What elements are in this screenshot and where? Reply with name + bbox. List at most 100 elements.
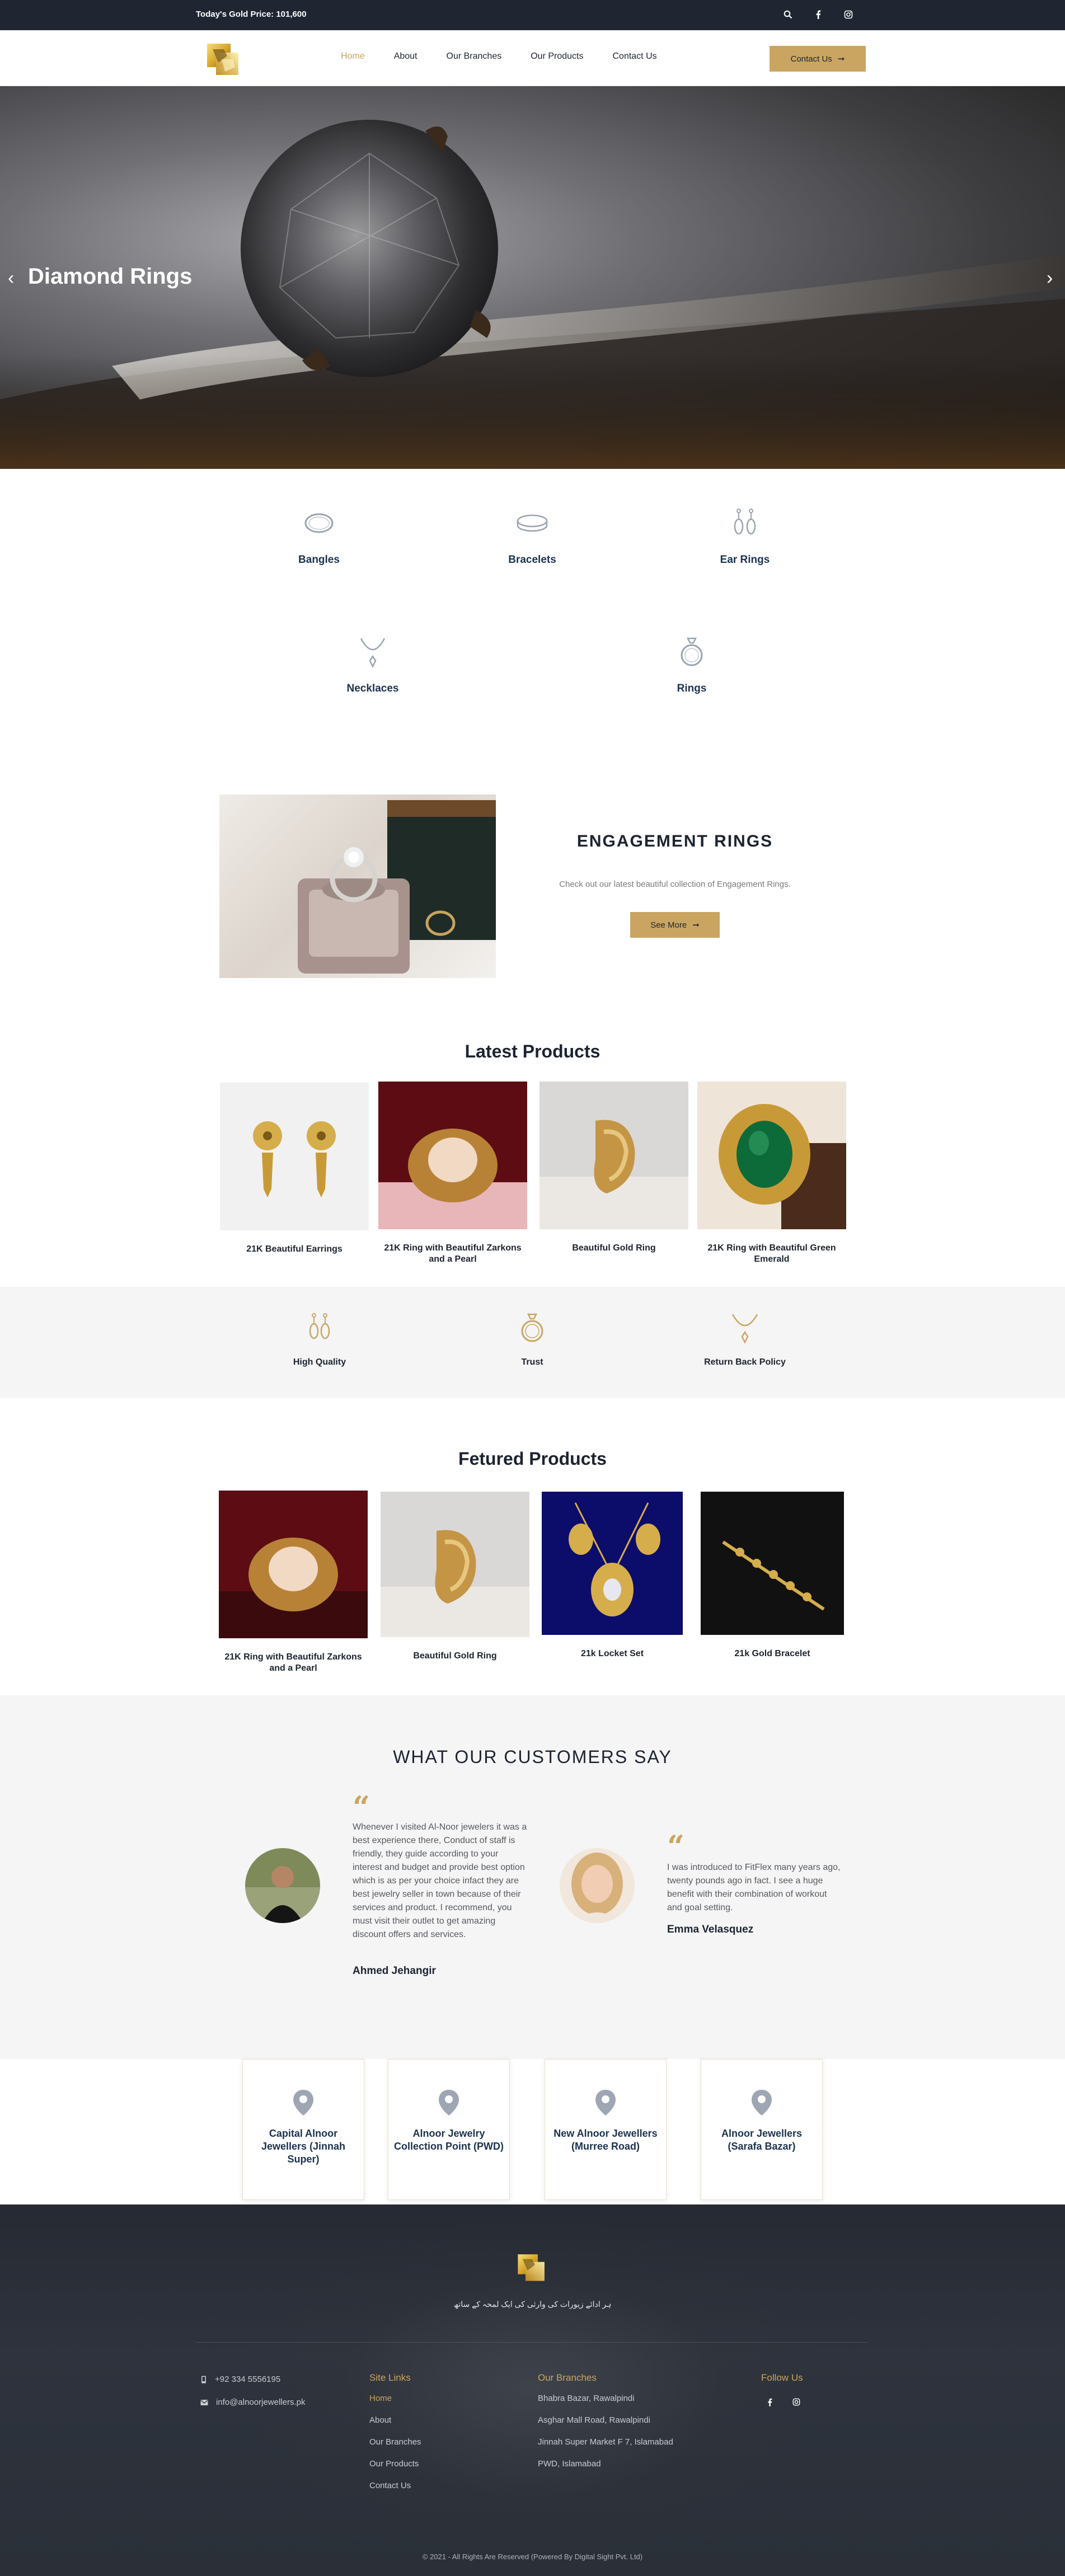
phone-icon — [201, 2376, 206, 2383]
branch-card[interactable]: Alnoor Jewellers (Sarafa Bazar) — [701, 2059, 823, 2200]
footer-link-about[interactable]: About — [369, 2415, 421, 2425]
product-image — [381, 1492, 529, 1637]
product-name: Beautiful Gold Ring — [413, 1651, 497, 1661]
contact-us-button-label: Contact Us — [790, 54, 832, 64]
testimonial-text: I was introduced to FitFlex many years a… — [667, 1863, 841, 1912]
category-bangles[interactable]: Bangles — [263, 506, 375, 566]
branch-name: Alnoor Jewellers (Sarafa Bazar) — [721, 2128, 803, 2152]
branch-card[interactable]: Alnoor Jewelry Collection Point (PWD) — [388, 2059, 510, 2200]
product-name: 21K Ring with Beautiful Green Emerald — [707, 1243, 836, 1264]
testimonials-section: WHAT OUR CUSTOMERS SAY “ Whenever I visi… — [0, 1695, 1065, 2059]
feature-trust: Trust — [465, 1311, 599, 1367]
nav-home-link[interactable]: Home — [341, 51, 365, 62]
arrow-right-icon: ➞ — [837, 54, 845, 64]
footer-link-products[interactable]: Our Products — [369, 2459, 421, 2469]
category-label: Bracelets — [508, 554, 556, 566]
hero-slider: ‹ Diamond Rings › — [0, 86, 1065, 469]
footer-branch-address: Bhabra Bazar, Rawalpindi — [538, 2394, 635, 2403]
instagram-icon[interactable] — [842, 8, 855, 21]
topbar-icons — [781, 8, 855, 21]
footer-phone[interactable]: +92 334 5556195 — [200, 2375, 305, 2384]
instagram-icon[interactable] — [788, 2394, 805, 2410]
category-bracelets[interactable]: Bracelets — [476, 506, 588, 566]
footer-link-contact[interactable]: Contact Us — [369, 2481, 421, 2490]
footer-email[interactable]: info@alnoorjewellers.pk — [200, 2398, 305, 2407]
footer-logo[interactable] — [516, 2251, 547, 2283]
category-ear-rings[interactable]: Ear Rings — [689, 506, 801, 566]
footer-site-links: Site Links Home About Our Branches Our P… — [369, 2372, 421, 2503]
branch-card[interactable]: Capital Alnoor Jewellers (Jinnah Super) — [242, 2059, 364, 2200]
product-image — [378, 1082, 527, 1229]
footer-email-text: info@alnoorjewellers.pk — [216, 2398, 306, 2407]
search-icon[interactable] — [781, 8, 795, 21]
main-nav: Home About Our Branches Our Products Con… — [0, 30, 1065, 86]
product-image — [701, 1492, 844, 1635]
slider-prev-arrow[interactable]: ‹ — [8, 267, 14, 289]
gold-price-text: Today's Gold Price: 101,600 — [196, 10, 307, 19]
footer-branch-address: Asghar Mall Road, Rawalpindi — [538, 2415, 650, 2425]
brand-logo[interactable] — [205, 40, 242, 77]
product-image — [219, 1491, 368, 1638]
facebook-icon[interactable] — [811, 8, 825, 21]
testimonial-text: Whenever I visited Al-Noor jewelers it w… — [353, 1822, 527, 1939]
footer-social-links — [761, 2394, 805, 2410]
see-more-button[interactable]: See More ➞ — [630, 912, 720, 938]
feature-return-policy: Return Back Policy — [678, 1311, 812, 1367]
nav-products-link[interactable]: Our Products — [531, 51, 583, 62]
earrings-icon — [734, 509, 756, 535]
location-pin-icon — [293, 2090, 313, 2116]
facebook-icon[interactable] — [761, 2394, 778, 2410]
branch-name: Alnoor Jewelry Collection Point (PWD) — [394, 2128, 504, 2152]
necklace-icon — [360, 638, 386, 668]
product-card[interactable]: 21k Locket Set — [542, 1492, 683, 1660]
slider-next-arrow[interactable]: › — [1047, 267, 1053, 289]
ring-icon — [681, 637, 703, 666]
engagement-title: ENGAGEMENT RINGS — [576, 832, 773, 850]
quote-icon: “ — [667, 1828, 685, 1864]
customer-avatar — [560, 1848, 635, 1923]
footer-follow: Follow Us — [761, 2372, 805, 2410]
follow-us-heading: Follow Us — [761, 2372, 803, 2383]
category-label: Necklaces — [346, 683, 399, 694]
nav-branches-link[interactable]: Our Branches — [447, 51, 502, 62]
nav-about-link[interactable]: About — [394, 51, 417, 62]
product-image — [697, 1082, 846, 1229]
customer-avatar — [245, 1848, 320, 1923]
location-pin-icon — [439, 2090, 459, 2116]
featured-products-heading: Fetured Products — [458, 1449, 607, 1469]
product-image — [220, 1083, 369, 1230]
product-image — [539, 1082, 688, 1229]
branch-card[interactable]: New Alnoor Jewellers (Murree Road) — [545, 2059, 667, 2200]
feature-high-quality: High Quality — [252, 1311, 387, 1367]
product-card[interactable]: 21k Gold Bracelet — [701, 1492, 844, 1660]
product-card[interactable]: 21K Beautiful Earrings — [220, 1083, 369, 1255]
product-card[interactable]: Beautiful Gold Ring — [381, 1492, 529, 1662]
product-card[interactable]: 21K Ring with Beautiful Zarkons and a Pe… — [219, 1491, 368, 1674]
product-card[interactable]: Beautiful Gold Ring — [539, 1082, 688, 1254]
product-card[interactable]: 21K Ring with Beautiful Green Emerald — [697, 1082, 846, 1265]
footer-branches: Our Branches Bhabra Bazar, Rawalpindi As… — [538, 2372, 673, 2481]
product-card[interactable]: 21K Ring with Beautiful Zarkons and a Pe… — [378, 1082, 527, 1265]
footer-branch-address: Jinnah Super Market F 7, Islamabad — [538, 2437, 673, 2447]
branches-strip: Capital Alnoor Jewellers (Jinnah Super) … — [0, 2059, 1065, 2204]
see-more-button-label: See More — [650, 920, 687, 930]
our-branches-heading: Our Branches — [538, 2372, 597, 2383]
testimonial-author: Ahmed Jehangir — [353, 1965, 436, 1977]
category-rings[interactable]: Rings — [636, 635, 748, 695]
arrow-right-icon: ➞ — [692, 920, 700, 930]
bracelet-icon — [517, 514, 548, 532]
nav-menu: Home About Our Branches Our Products Con… — [341, 51, 686, 62]
footer-link-home[interactable]: Home — [369, 2394, 421, 2403]
category-necklaces[interactable]: Necklaces — [317, 635, 429, 695]
site-links-heading: Site Links — [369, 2372, 411, 2383]
earrings-icon — [309, 1313, 330, 1339]
feature-label: Trust — [521, 1357, 543, 1367]
envelope-icon — [200, 2399, 208, 2405]
footer-link-branches[interactable]: Our Branches — [369, 2437, 421, 2447]
contact-us-button[interactable]: Contact Us ➞ — [770, 46, 866, 72]
nav-contact-link[interactable]: Contact Us — [612, 51, 656, 62]
footer-contact: +92 334 5556195 info@alnoorjewellers.pk — [200, 2375, 305, 2420]
ring-icon — [521, 1313, 543, 1342]
features-strip: High Quality Trust Return Back Policy — [0, 1287, 1065, 1398]
footer-phone-text: +92 334 5556195 — [215, 2375, 281, 2384]
